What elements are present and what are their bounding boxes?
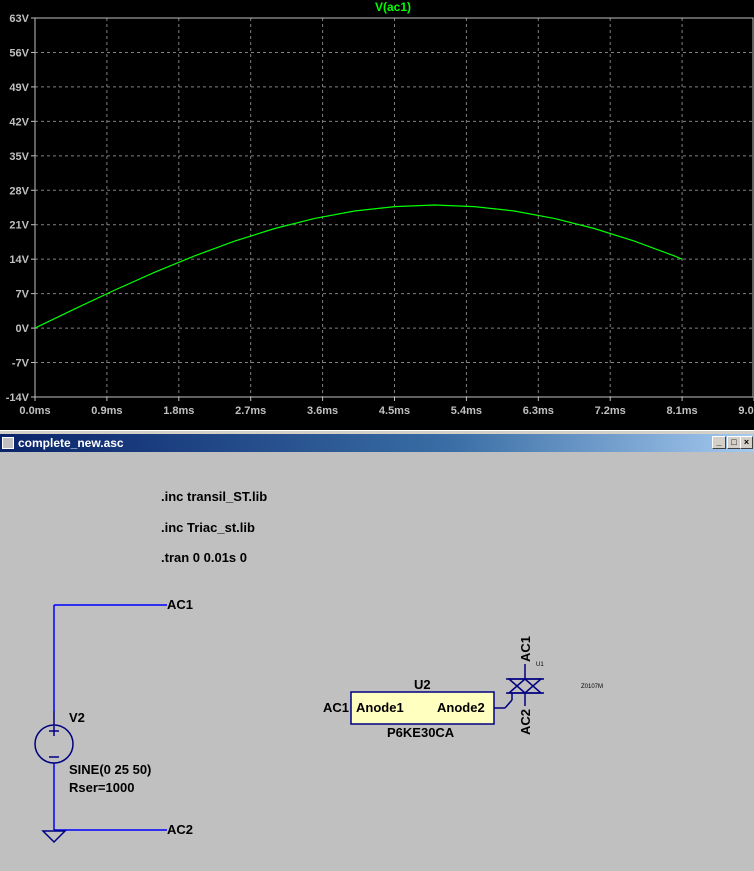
x-tick-label: 1.8ms [163,405,194,417]
x-tick-label: 3.6ms [307,405,338,417]
y-tick-label: 0V [16,323,30,335]
u1-pin-ac2-label: AC2 [518,708,533,735]
net-label-ac1[interactable]: AC1 [167,597,193,612]
y-tick-label: 56V [9,47,29,59]
y-tick-label: 7V [16,289,30,301]
close-button[interactable]: × [740,436,753,449]
y-tick-label: -14V [6,392,30,404]
y-tick-label: -7V [12,358,30,370]
u2-name-label[interactable]: U2 [414,677,431,692]
window-title: complete_new.asc [18,436,124,450]
directive-inc-transil[interactable]: .inc transil_ST.lib [161,489,267,504]
triac-diode-down [507,678,543,694]
x-tick-label: 0.0ms [19,405,50,417]
x-tick-label: 8.1ms [666,405,697,417]
directive-inc-triac[interactable]: .inc Triac_st.lib [161,520,255,535]
triac-diode-up [507,678,543,694]
net-label-ac2[interactable]: AC2 [167,822,193,837]
y-tick-label: 21V [9,220,29,232]
series-line-vac1[interactable] [34,204,683,329]
x-tick-label: 5.4ms [451,405,482,417]
y-tick-label: 49V [9,82,29,94]
schematic-drawing [34,604,544,844]
u2-pin-anode1: Anode1 [356,700,404,715]
waveform-plot[interactable]: V(ac1) 63V 56V 49V 42V 35V 28V 21V 14V 7V 0V -7V -14… [0,0,754,430]
y-tick-label: 63V [9,13,29,25]
y-tick-label: 28V [9,185,29,197]
x-tick-label: 2.7ms [235,405,266,417]
u1-model-label[interactable]: Z0107M [581,684,603,690]
maximize-button[interactable]: □ [727,436,741,449]
x-tick-label: 0.9ms [91,405,122,417]
schematic-app-icon [2,437,14,449]
trace-label[interactable]: V(ac1) [375,0,411,14]
minimize-button[interactable]: _ [712,436,726,449]
ground-symbol[interactable] [41,830,67,844]
u2-model-label[interactable]: P6KE30CA [387,725,454,740]
v2-rser-label[interactable]: Rser=1000 [69,780,134,795]
v2-name-label[interactable]: V2 [69,710,85,725]
v2-value-label[interactable]: SINE(0 25 50) [69,762,151,777]
x-tick-label: 9.0ms [738,405,754,417]
waveform-plot-pane[interactable]: V(ac1) 63V 56V 49V 42V 35V 28V 21V 14V 7V 0V -7V -14… [0,0,754,430]
schematic-window-titlebar[interactable]: complete_new.asc _ □ × [0,434,754,452]
y-tick-label: 35V [9,151,29,163]
u1-gate-lead [504,699,513,709]
schematic-canvas[interactable]: .inc transil_ST.lib .inc Triac_st.lib .t… [0,452,754,871]
directive-tran[interactable]: .tran 0 0.01s 0 [161,550,247,565]
x-tick-label: 6.3ms [523,405,554,417]
y-tick-label: 14V [9,254,29,266]
u1-name-label[interactable]: U1 [536,662,544,668]
u2-pin-anode2: Anode2 [437,700,485,715]
u1-pin-ac1-label: AC1 [518,635,533,662]
u2-left-net-label[interactable]: AC1 [323,700,349,715]
x-tick-label: 7.2ms [595,405,626,417]
y-tick-label: 42V [9,116,29,128]
x-tick-label: 4.5ms [379,405,410,417]
